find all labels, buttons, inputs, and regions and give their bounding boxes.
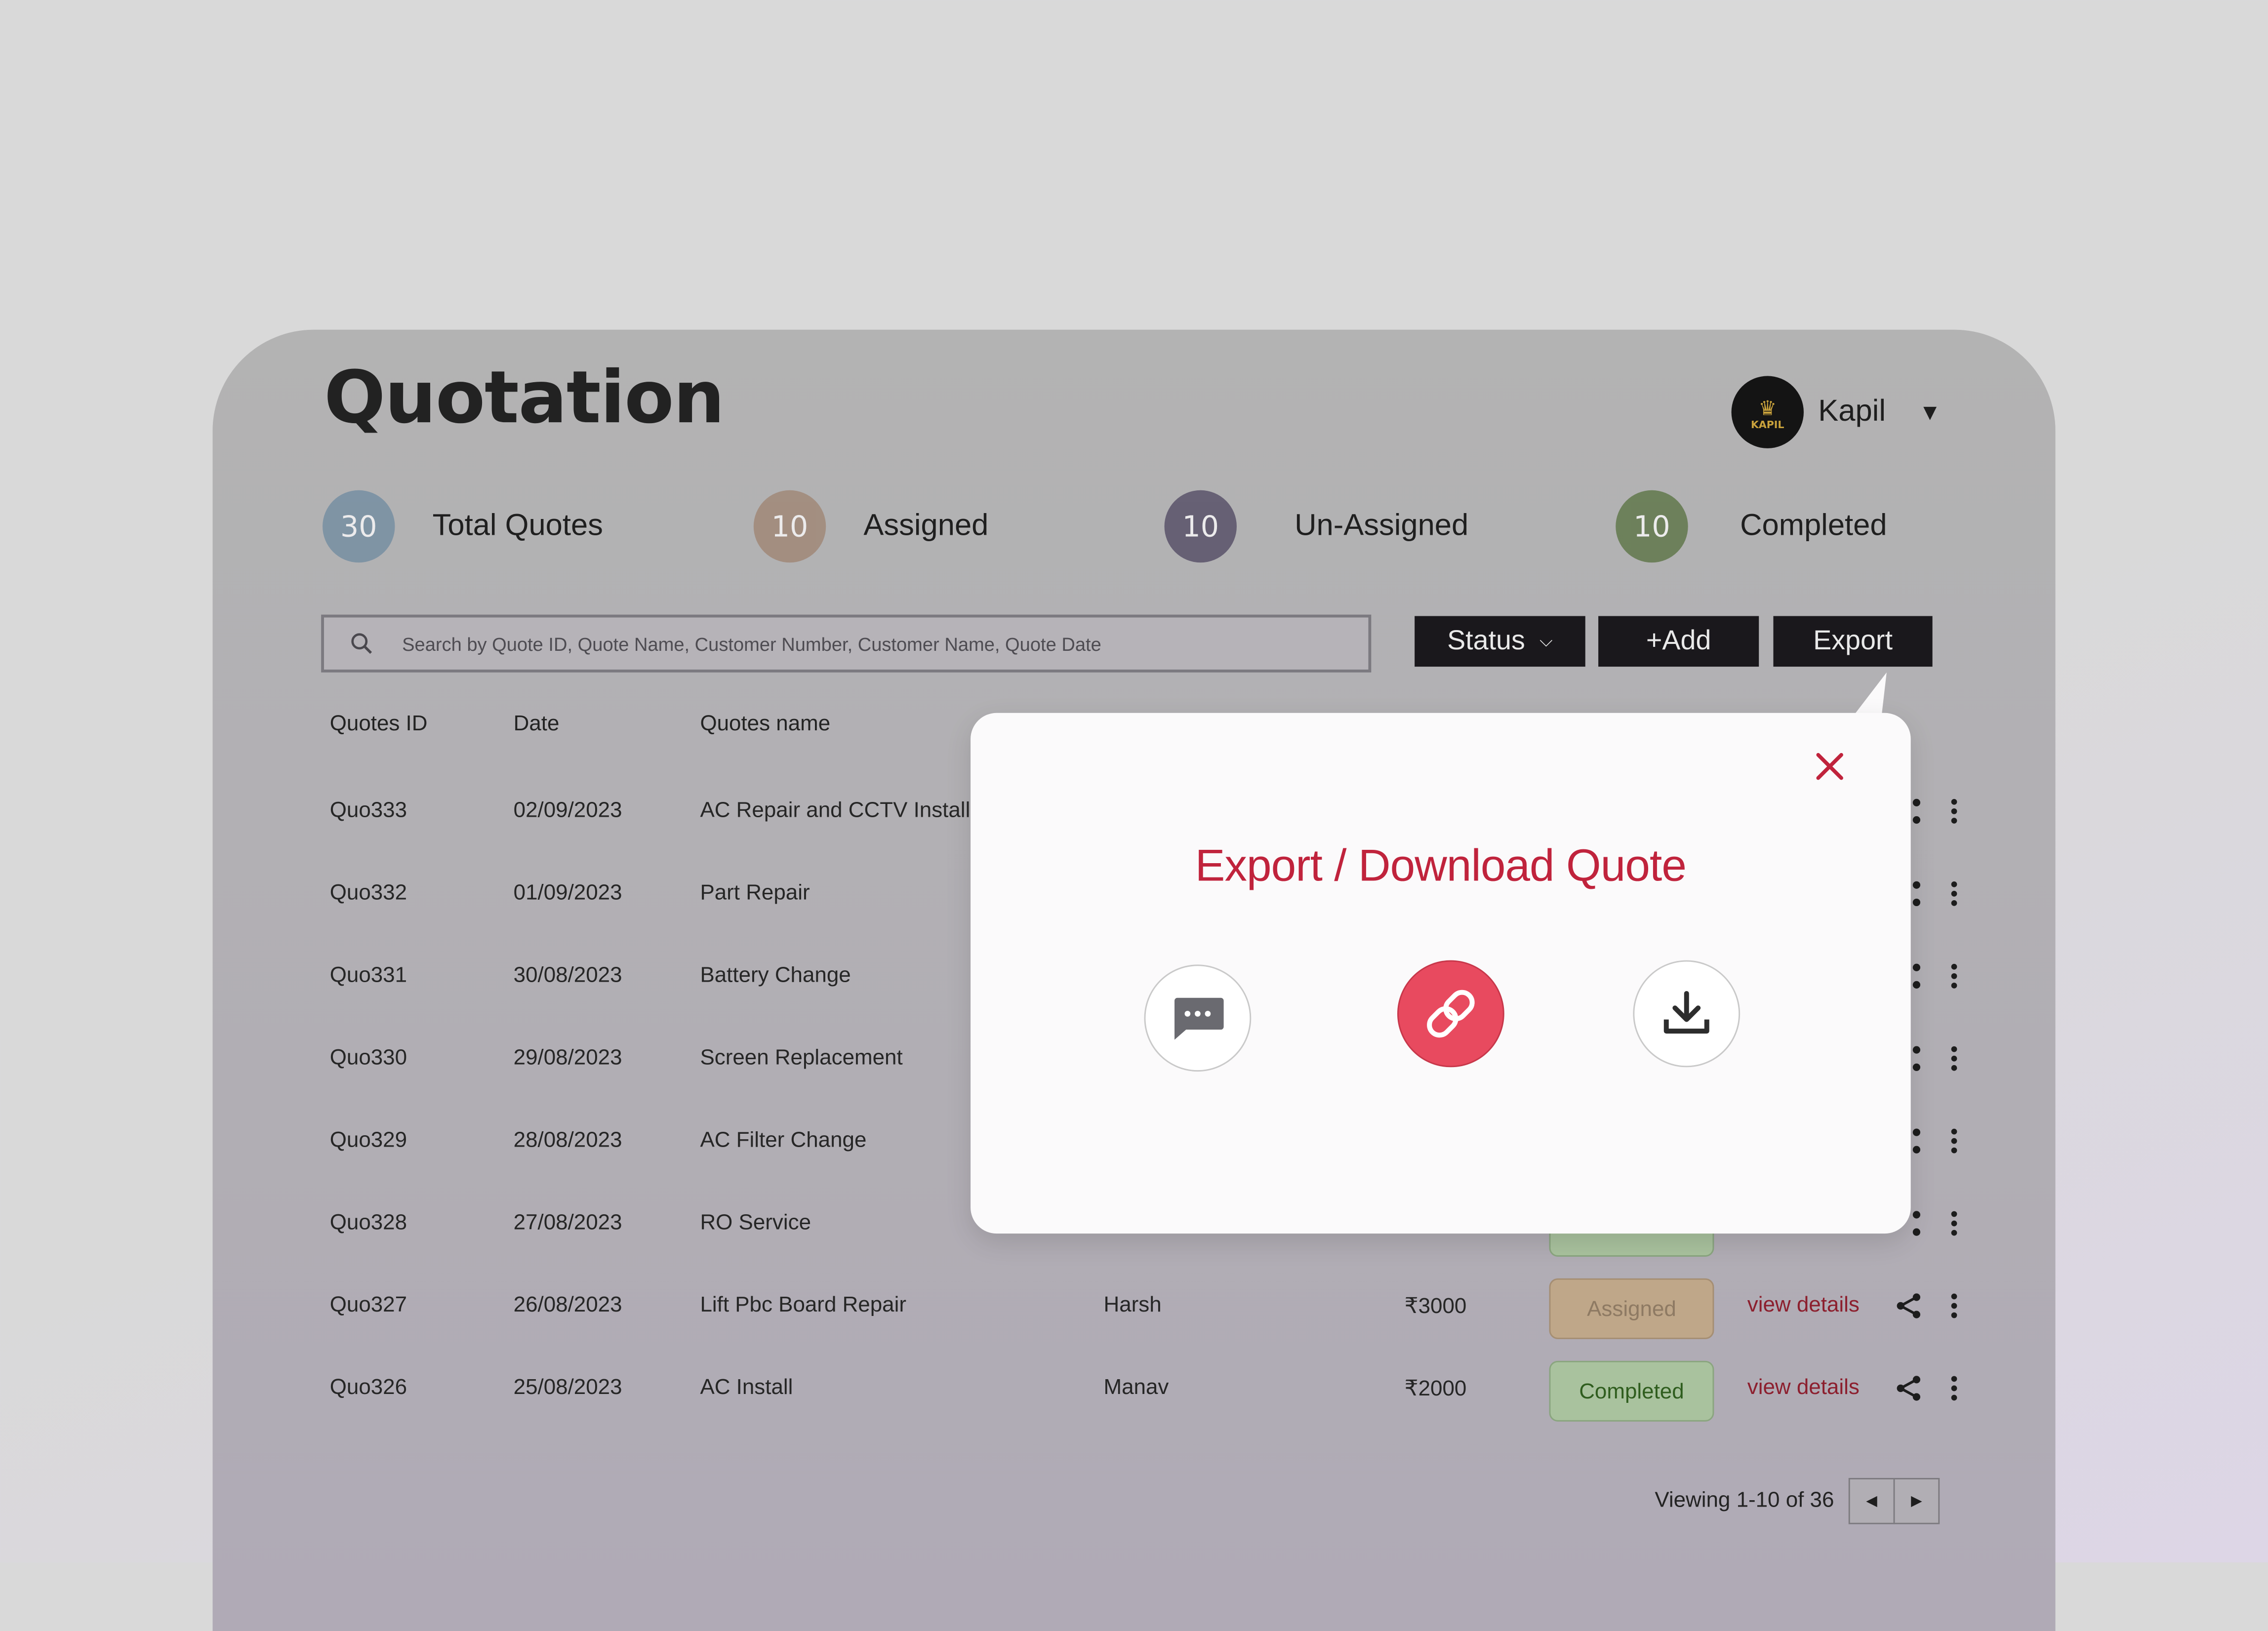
chevron-down-icon: ⌵ bbox=[1539, 630, 1553, 651]
quote-date: 30/08/2023 bbox=[513, 963, 622, 988]
stat-un-assigned: 10 Un-Assigned bbox=[1164, 490, 1469, 563]
quote-id: Quo330 bbox=[329, 1045, 407, 1071]
search-input[interactable]: Search by Quote ID, Quote Name, Customer… bbox=[321, 614, 1372, 673]
status-label: Status bbox=[1447, 625, 1525, 656]
customer-name: Harsh bbox=[1103, 1293, 1162, 1317]
modal-title: Export / Download Quote bbox=[1195, 840, 1687, 891]
quote-name: AC Install bbox=[700, 1375, 793, 1400]
user-menu[interactable]: ♛ KAPIL Kapil ▼ bbox=[1731, 376, 1937, 448]
column-header-quotes-id[interactable]: Quotes ID bbox=[330, 712, 428, 736]
quote-id: Quo332 bbox=[329, 880, 407, 906]
page-title: Quotation bbox=[324, 356, 725, 440]
chat-icon bbox=[1174, 997, 1224, 1040]
stat-count-badge: 10 bbox=[1164, 490, 1237, 563]
quote-name: AC Repair and CCTV Install bbox=[700, 798, 971, 823]
user-name: Kapil bbox=[1818, 395, 1886, 428]
quote-date: 25/08/2023 bbox=[513, 1375, 622, 1400]
quote-name: RO Service bbox=[700, 1210, 811, 1235]
quote-date: 01/09/2023 bbox=[513, 880, 622, 906]
stat-label: Total Quotes bbox=[432, 509, 603, 543]
avatar: ♛ KAPIL bbox=[1731, 376, 1804, 448]
crown-icon: ♛ bbox=[1758, 398, 1777, 421]
more-options-icon[interactable] bbox=[1940, 797, 1969, 826]
view-details-link[interactable]: view details bbox=[1747, 1293, 1860, 1317]
quote-id: Quo328 bbox=[329, 1210, 407, 1235]
caret-down-icon[interactable]: ▼ bbox=[1923, 402, 1937, 422]
stat-total-quotes: 30 Total Quotes bbox=[323, 490, 603, 563]
next-page-button[interactable]: ▶ bbox=[1893, 1478, 1940, 1524]
search-icon bbox=[351, 633, 372, 654]
quote-date: 02/09/2023 bbox=[513, 798, 622, 823]
stat-completed: 10 Completed bbox=[1616, 490, 1887, 563]
more-options-icon[interactable] bbox=[1940, 1209, 1969, 1238]
status-dropdown-button[interactable]: Status ⌵ bbox=[1415, 616, 1585, 667]
more-options-icon[interactable] bbox=[1940, 1291, 1969, 1320]
quote-date: 26/08/2023 bbox=[513, 1293, 622, 1317]
status-pill[interactable]: Completed bbox=[1549, 1360, 1714, 1422]
more-options-icon[interactable] bbox=[1940, 962, 1969, 991]
quote-id: Quo327 bbox=[329, 1293, 407, 1317]
link-icon bbox=[1427, 990, 1475, 1038]
stat-label: Un-Assigned bbox=[1295, 509, 1469, 543]
pagination-info: Viewing 1-10 of 36 bbox=[1655, 1488, 1834, 1513]
add-button[interactable]: +Add bbox=[1598, 616, 1759, 667]
quote-amount: ₹2000 bbox=[1404, 1377, 1467, 1401]
more-options-icon[interactable] bbox=[1940, 1044, 1969, 1073]
stat-assigned: 10 Assigned bbox=[753, 490, 989, 563]
stat-count-badge: 10 bbox=[753, 490, 826, 563]
share-icon[interactable] bbox=[1895, 1374, 1924, 1403]
stat-count-badge: 30 bbox=[323, 490, 395, 563]
status-pill[interactable]: Assigned bbox=[1549, 1278, 1714, 1339]
quote-id: Quo333 bbox=[329, 798, 407, 823]
message-share-button[interactable] bbox=[1144, 964, 1252, 1072]
quote-id: Quo329 bbox=[329, 1128, 407, 1153]
export-button[interactable]: Export bbox=[1773, 616, 1933, 667]
quote-id: Quo331 bbox=[329, 963, 407, 988]
more-options-icon[interactable] bbox=[1940, 879, 1969, 909]
stat-label: Assigned bbox=[863, 509, 989, 543]
quote-date: 28/08/2023 bbox=[513, 1128, 622, 1153]
download-icon bbox=[1663, 991, 1709, 1034]
download-button[interactable] bbox=[1633, 960, 1741, 1068]
export-download-modal: Export / Download Quote bbox=[971, 713, 1911, 1234]
quote-name: Battery Change bbox=[700, 963, 851, 988]
quote-name: Lift Pbc Board Repair bbox=[700, 1293, 906, 1317]
prev-page-button[interactable]: ◀ bbox=[1848, 1478, 1895, 1524]
stat-label: Completed bbox=[1740, 509, 1887, 543]
copy-link-button[interactable] bbox=[1397, 960, 1504, 1068]
customer-name: Manav bbox=[1103, 1375, 1169, 1400]
more-options-icon[interactable] bbox=[1940, 1374, 1969, 1403]
quote-name: Part Repair bbox=[700, 880, 810, 906]
share-icon[interactable] bbox=[1895, 1291, 1924, 1320]
quote-name: Screen Replacement bbox=[700, 1045, 903, 1071]
more-options-icon[interactable] bbox=[1940, 1126, 1969, 1155]
avatar-logo-text: KAPIL bbox=[1750, 419, 1784, 431]
column-header-date[interactable]: Date bbox=[514, 712, 560, 736]
quote-id: Quo326 bbox=[329, 1375, 407, 1400]
view-details-link[interactable]: view details bbox=[1747, 1375, 1860, 1400]
search-placeholder: Search by Quote ID, Quote Name, Customer… bbox=[402, 633, 1101, 655]
quote-date: 27/08/2023 bbox=[513, 1210, 622, 1235]
stat-count-badge: 10 bbox=[1616, 490, 1688, 563]
quote-amount: ₹3000 bbox=[1404, 1294, 1467, 1319]
column-header-quotes-name[interactable]: Quotes name bbox=[700, 712, 830, 736]
quote-date: 29/08/2023 bbox=[513, 1045, 622, 1071]
close-icon[interactable] bbox=[1813, 749, 1847, 784]
quote-name: AC Filter Change bbox=[700, 1128, 867, 1153]
